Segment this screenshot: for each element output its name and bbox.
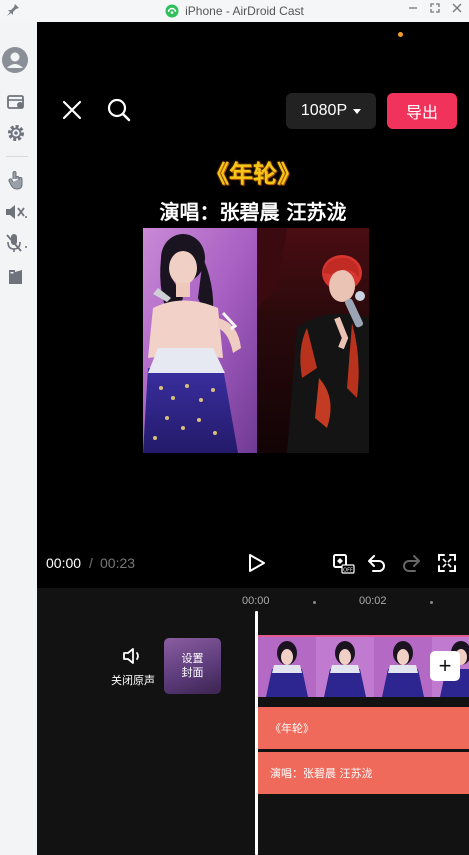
timeline-ruler: 00:00 00:02	[37, 588, 469, 618]
mute-original-label: 关闭原声	[111, 674, 155, 687]
video-singers-overlay: 演唱：张碧晨 汪苏泷	[159, 200, 347, 224]
window-title: iPhone - AirDroid Cast	[185, 4, 304, 18]
resolution-label: 1080P	[300, 102, 348, 119]
speaker-icon	[123, 648, 139, 664]
text-clip-title[interactable]: 《年轮》	[258, 707, 469, 749]
set-cover-button[interactable]: 设置 封面	[164, 638, 221, 694]
mute-original-audio-button[interactable]: 关闭原声	[103, 644, 163, 694]
fullscreen-icon[interactable]	[436, 552, 458, 574]
set-cover-label-line1: 设置	[181, 652, 204, 665]
audio-mute-icon[interactable]	[4, 200, 28, 224]
video-thumbnail	[374, 637, 432, 697]
sidebar-divider	[6, 156, 28, 157]
set-cover-label: 设置 封面	[164, 652, 221, 680]
screen-record-icon[interactable]	[4, 90, 28, 114]
recording-indicator	[398, 32, 403, 37]
video-title-overlay: 《年轮》	[205, 160, 301, 188]
airdroid-logo	[165, 4, 179, 18]
export-button[interactable]: 导出	[387, 93, 457, 129]
phone-screen: 1080P 导出 《年轮》 演唱：张碧晨 汪苏泷 00:00 / 00:23 O…	[37, 22, 469, 855]
redo-icon[interactable]	[401, 552, 423, 574]
window-titlebar: iPhone - AirDroid Cast	[0, 0, 469, 23]
video-frame-left-singer	[143, 228, 257, 453]
playhead[interactable]	[255, 611, 258, 855]
chevron-down-icon	[353, 108, 362, 114]
text-clip-singers[interactable]: 演唱：张碧晨 汪苏泷	[258, 752, 469, 794]
time-total: 00:23	[100, 555, 136, 571]
close-icon[interactable]	[60, 98, 84, 122]
maximize-icon[interactable]	[429, 2, 441, 14]
ruler-label-2: 00:02	[359, 595, 387, 607]
keyframe-off-icon[interactable]: OFF	[331, 552, 355, 576]
time-current: 00:00	[46, 555, 82, 571]
time-separator: /	[89, 555, 93, 571]
video-frame-right-singer	[257, 228, 369, 453]
ruler-tick	[313, 601, 316, 604]
resolution-dropdown[interactable]: 1080P	[286, 93, 376, 129]
undo-icon[interactable]	[365, 552, 387, 574]
set-cover-label-line2: 封面	[181, 666, 204, 679]
mic-mute-icon[interactable]	[4, 231, 28, 255]
video-thumbnail	[258, 637, 316, 697]
book-icon[interactable]	[4, 265, 28, 289]
touch-control-icon[interactable]	[4, 168, 28, 192]
sidebar	[0, 22, 36, 855]
avatar[interactable]	[1, 46, 29, 74]
search-icon[interactable]	[106, 97, 132, 123]
ruler-tick	[430, 601, 433, 604]
video-thumbnail	[316, 637, 374, 697]
play-icon[interactable]	[245, 552, 267, 574]
minimize-icon[interactable]	[407, 2, 419, 14]
window-title-group: iPhone - AirDroid Cast	[0, 2, 469, 20]
add-clip-button[interactable]: +	[430, 651, 460, 681]
svg-text:OFF: OFF	[343, 568, 353, 574]
settings-icon[interactable]	[4, 121, 28, 145]
timeline-panel: 00:00 00:02 关闭原声 设置 封面 + 《年轮》 演唱：张碧晨 汪苏泷	[37, 588, 469, 855]
window-controls	[407, 2, 463, 14]
close-window-icon[interactable]	[451, 2, 463, 14]
ruler-label-0: 00:00	[242, 595, 270, 607]
